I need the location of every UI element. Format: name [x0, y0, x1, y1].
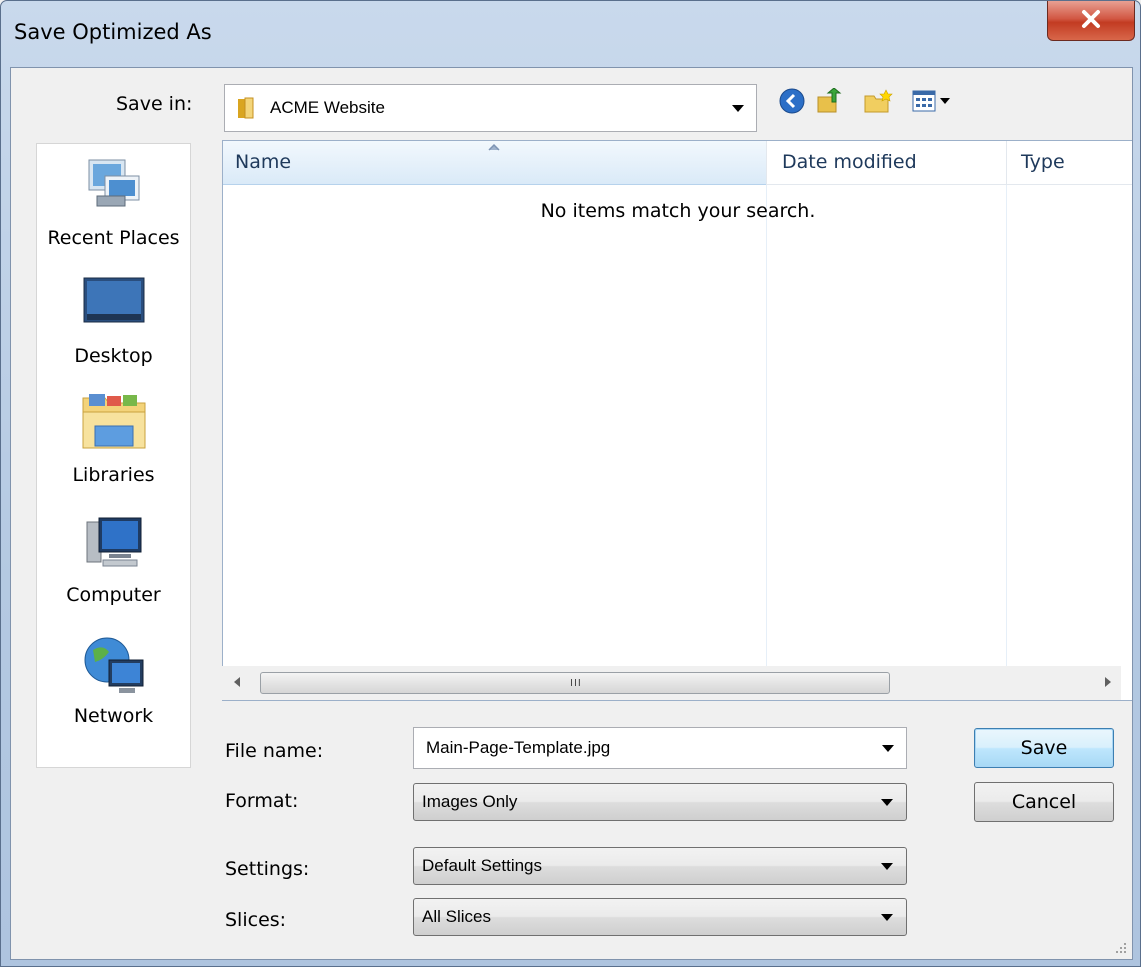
close-button[interactable] [1047, 1, 1135, 41]
place-computer[interactable]: Computer [37, 514, 190, 624]
column-header-label: Name [235, 151, 292, 173]
scroll-right-icon[interactable] [1105, 677, 1111, 687]
slices-label: Slices: [225, 909, 287, 931]
place-label: Network [73, 705, 154, 727]
sort-ascending-icon [488, 143, 500, 151]
save-dialog-window: Save Optimized As Save in: ACME Website [0, 0, 1141, 967]
slices-dropdown[interactable]: All Slices [413, 898, 907, 936]
cancel-button[interactable]: Cancel [974, 782, 1114, 822]
horizontal-scrollbar[interactable]: III [222, 666, 1121, 700]
desktop-icon [83, 277, 144, 323]
format-label: Format: [225, 790, 299, 812]
place-label: Recent Places [47, 227, 180, 249]
chevron-down-icon [940, 98, 950, 104]
file-list[interactable]: Name Date modified Type No items match y… [222, 140, 1132, 701]
folder-icon [238, 97, 254, 119]
column-header-label: Type [1021, 151, 1065, 173]
views-icon [912, 90, 936, 112]
chevron-down-icon[interactable] [882, 745, 894, 752]
empty-list-message: No items match your search. [540, 200, 816, 222]
window-title: Save Optimized As [14, 20, 212, 44]
place-label: Desktop [74, 345, 153, 367]
file-name-label: File name: [225, 740, 324, 762]
column-divider [1006, 185, 1007, 700]
cancel-button-label: Cancel [1011, 791, 1077, 813]
views-menu-button[interactable] [912, 90, 954, 116]
scrollbar-thumb[interactable]: III [260, 672, 890, 694]
settings-label: Settings: [225, 858, 310, 880]
chevron-down-icon[interactable] [732, 105, 744, 112]
place-libraries[interactable]: Libraries [37, 392, 190, 502]
place-desktop[interactable]: Desktop [37, 274, 190, 384]
place-recent-places[interactable]: Recent Places [37, 152, 190, 262]
save-in-combo[interactable]: ACME Website [224, 84, 757, 132]
format-dropdown[interactable]: Images Only [413, 783, 907, 821]
scroll-left-icon[interactable] [234, 677, 240, 687]
file-name-field[interactable]: Main-Page-Template.jpg [413, 727, 907, 769]
chevron-down-icon [881, 799, 893, 806]
title-bar[interactable]: Save Optimized As [1, 1, 1141, 68]
up-folder-icon[interactable] [816, 88, 844, 114]
place-network[interactable]: Network [37, 634, 190, 744]
computer-icon [86, 517, 141, 567]
dialog-body: Save in: ACME Website Recent Places Desk… [10, 67, 1133, 960]
format-value: Images Only [422, 792, 518, 811]
column-header-date-modified[interactable]: Date modified [766, 141, 1006, 185]
grip-icon: III [570, 678, 582, 689]
place-label: Computer [66, 584, 161, 606]
column-header-name[interactable]: Name [223, 141, 766, 185]
column-header-label: Date modified [782, 151, 917, 173]
new-folder-icon[interactable] [864, 88, 894, 114]
close-icon [1082, 10, 1100, 28]
libraries-icon [82, 394, 145, 449]
chevron-down-icon [881, 914, 893, 921]
save-in-label: Save in: [116, 93, 193, 115]
network-icon [84, 637, 143, 693]
save-in-value: ACME Website [270, 98, 385, 117]
settings-value: Default Settings [422, 856, 543, 875]
save-button[interactable]: Save [974, 728, 1114, 768]
back-icon[interactable] [779, 88, 805, 114]
chevron-down-icon [881, 863, 893, 870]
recent-places-icon [88, 159, 139, 207]
settings-dropdown[interactable]: Default Settings [413, 847, 907, 885]
resize-grip-icon[interactable] [1114, 941, 1128, 955]
column-divider [766, 185, 767, 700]
place-label: Libraries [72, 464, 155, 486]
column-header-type[interactable]: Type [1006, 141, 1132, 185]
slices-value: All Slices [422, 907, 491, 926]
file-name-value: Main-Page-Template.jpg [426, 738, 611, 757]
places-bar: Recent Places Desktop Libraries Computer… [36, 143, 191, 768]
save-button-label: Save [1020, 737, 1068, 759]
